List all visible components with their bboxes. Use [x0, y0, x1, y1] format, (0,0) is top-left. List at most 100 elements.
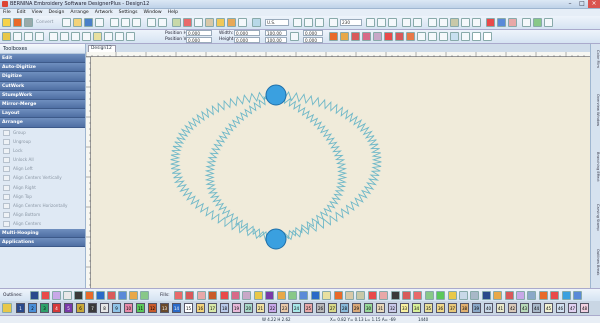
palette-swatch-44[interactable]: 44: [532, 303, 541, 313]
outline-type-icon-7[interactable]: [96, 291, 105, 300]
reshape-icon[interactable]: [13, 32, 22, 41]
fill-type-icon-19[interactable]: [379, 291, 389, 300]
mirror-icon[interactable]: [60, 32, 69, 41]
zoom-extents-icon[interactable]: [402, 18, 411, 27]
palette-swatch-42[interactable]: 42: [508, 303, 517, 313]
fill-type-icon-25[interactable]: [447, 291, 457, 300]
convert-button[interactable]: Convert: [36, 20, 53, 25]
outline-type-icon-2[interactable]: [41, 291, 50, 300]
fill-type-icon-18[interactable]: [367, 291, 377, 300]
toolbox-stumpwork[interactable]: StumpWork: [0, 90, 85, 100]
palette-swatch-13[interactable]: 13: [160, 303, 169, 313]
satin-icon[interactable]: [329, 32, 338, 41]
blank-icon[interactable]: [483, 32, 492, 41]
appliqué-icon[interactable]: [384, 32, 393, 41]
bottom-knot[interactable]: [265, 228, 287, 250]
toolbox-applications[interactable]: Applications: [0, 237, 85, 247]
palette-swatch-47[interactable]: 47: [568, 303, 577, 313]
fill-type-icon-27[interactable]: [470, 291, 480, 300]
crosshatch-icon[interactable]: [428, 32, 437, 41]
palette-swatch-23[interactable]: 23: [280, 303, 289, 313]
last-color-icon[interactable]: [472, 18, 481, 27]
fill-type-icon-20[interactable]: [390, 291, 400, 300]
palette-swatch-40[interactable]: 40: [484, 303, 493, 313]
artwork-icon[interactable]: [13, 18, 22, 27]
palette-swatch-45[interactable]: 45: [544, 303, 553, 313]
palette-swatch-8[interactable]: 8: [100, 303, 109, 313]
align-bottom-item[interactable]: Align Bottom: [0, 210, 85, 219]
outline-type-icon-5[interactable]: [74, 291, 83, 300]
menu-help[interactable]: Help: [168, 9, 178, 16]
angle-h-field[interactable]: 0.000: [303, 37, 323, 43]
palette-swatch-21[interactable]: 21: [256, 303, 265, 313]
show-icon[interactable]: [183, 18, 192, 27]
fill-type-icon-21[interactable]: [402, 291, 411, 300]
stop-icon[interactable]: [486, 18, 495, 27]
align-right-item[interactable]: Align Right: [0, 183, 85, 192]
palette-swatch-25[interactable]: 25: [304, 303, 313, 313]
fill-type-icon-6[interactable]: [231, 291, 240, 300]
hoop-select-icon[interactable]: [252, 18, 261, 27]
align-left-item[interactable]: Align Left: [0, 164, 85, 173]
palette-swatch-7[interactable]: 7: [88, 303, 97, 313]
blackwork-icon[interactable]: [417, 32, 426, 41]
thread-icon[interactable]: [304, 18, 313, 27]
color-wheel-icon[interactable]: [2, 303, 12, 313]
dock-carving-stamp[interactable]: Carving Stamp: [592, 204, 600, 231]
toolbox-arrange[interactable]: Arrange: [0, 118, 85, 128]
fill-type-icon-2[interactable]: [185, 291, 195, 300]
outline-type-icon-8[interactable]: [107, 291, 116, 300]
mode-icon[interactable]: [216, 18, 225, 27]
scale-icon[interactable]: [82, 32, 91, 41]
fill-type-icon-11[interactable]: [288, 291, 297, 300]
position-h-field[interactable]: 0.000: [186, 30, 212, 36]
align-centers-item[interactable]: Align Centers: [0, 219, 85, 228]
top-knot[interactable]: [265, 84, 287, 106]
palette-swatch-18[interactable]: 18: [220, 303, 229, 313]
menu-edit[interactable]: Edit: [17, 9, 26, 16]
toolbox-layout[interactable]: Layout: [0, 109, 85, 119]
dock-overview-window[interactable]: Overview Window: [592, 94, 600, 126]
cut-icon[interactable]: [110, 18, 119, 27]
paste-icon[interactable]: [132, 18, 141, 27]
menu-arrange[interactable]: Arrange: [70, 9, 88, 16]
monogram-icon[interactable]: [406, 32, 415, 41]
palette-swatch-29[interactable]: 29: [352, 303, 361, 313]
palette-swatch-33[interactable]: 33: [400, 303, 409, 313]
rotate-icon[interactable]: [49, 32, 58, 41]
palette-swatch-48[interactable]: 48: [580, 303, 589, 313]
open-icon[interactable]: [73, 18, 82, 27]
palette-swatch-24[interactable]: 24: [292, 303, 301, 313]
outline-type-icon-4[interactable]: [63, 291, 72, 300]
palette-swatch-3[interactable]: 3: [40, 303, 49, 313]
fill-type-icon-33[interactable]: [538, 291, 548, 300]
color-icon[interactable]: [450, 18, 459, 27]
fill-type-icon-8[interactable]: [253, 291, 263, 300]
white-square-icon[interactable]: [472, 32, 481, 41]
fill-type-icon-3[interactable]: [196, 291, 206, 300]
design-canvas[interactable]: [91, 57, 590, 288]
fill-type-icon-36[interactable]: [573, 291, 582, 300]
zoom-field[interactable]: 230: [340, 19, 362, 26]
fill-type-icon-23[interactable]: [424, 291, 434, 300]
pattern-icon[interactable]: [351, 32, 360, 41]
toolbox-auto-digitize[interactable]: Auto-Digitize: [0, 63, 85, 73]
menu-settings[interactable]: Settings: [119, 9, 138, 16]
measure-icon[interactable]: [315, 18, 324, 27]
hoop-layout-icon[interactable]: [450, 32, 459, 41]
fill-icon[interactable]: [340, 32, 349, 41]
fill-type-icon-28[interactable]: [481, 291, 491, 300]
palette-swatch-14[interactable]: 14: [172, 303, 181, 313]
menu-file[interactable]: File: [3, 9, 11, 16]
fabric-icon[interactable]: [293, 18, 302, 27]
outline-type-icon-1[interactable]: [30, 291, 39, 300]
zoom-icon[interactable]: [329, 18, 338, 27]
save-icon[interactable]: [84, 18, 93, 27]
palette-swatch-12[interactable]: 12: [148, 303, 157, 313]
outline-icon[interactable]: [461, 32, 470, 41]
fill-type-icon-9[interactable]: [265, 291, 275, 300]
grid-icon[interactable]: [194, 18, 203, 27]
fill-type-icon-1[interactable]: [174, 291, 183, 300]
lettering-icon[interactable]: [395, 32, 404, 41]
zoom-out-icon[interactable]: [377, 18, 386, 27]
